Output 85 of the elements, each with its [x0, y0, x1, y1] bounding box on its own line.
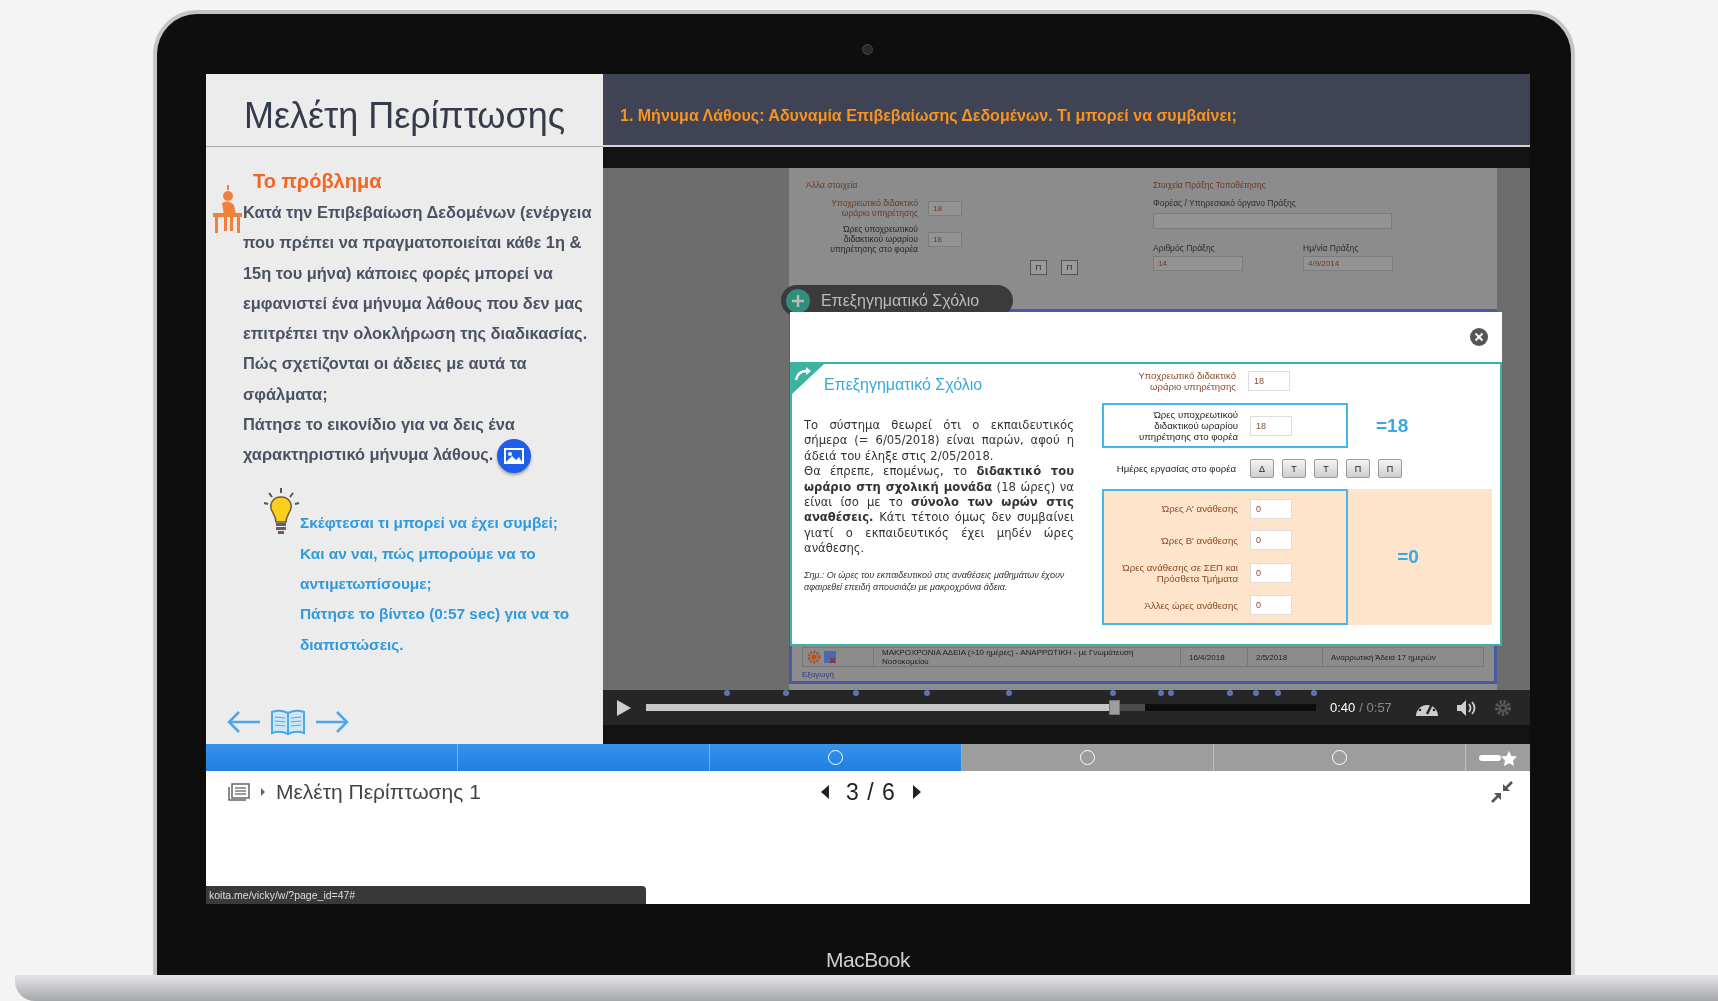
- list-icon[interactable]: [228, 783, 250, 801]
- page-counter: 3 / 6: [846, 778, 896, 806]
- exit-fullscreen-icon[interactable]: [1490, 780, 1514, 804]
- section-heading: Το πρόβλημα: [253, 169, 383, 194]
- document-icon[interactable]: [823, 650, 837, 664]
- curved-arrow-icon: [792, 364, 824, 394]
- hint-text: Πάτησε το βίντεο (0:57 sec) για να το διαπιστώσεις.: [300, 604, 571, 655]
- arrow-left-icon[interactable]: [226, 709, 262, 735]
- field-label: Ημ/νία Πράξης: [1303, 243, 1360, 253]
- total-value: =18: [1376, 414, 1409, 437]
- chapter-marker[interactable]: [724, 690, 731, 696]
- play-icon[interactable]: [616, 698, 632, 717]
- paragraph: Θα έπρεπε, επομένως, το διδακτικό του ωράριο στη σχολική μονάδα (18 ώρες) να είναι ίσο με το σύνολο των ωρών στις αναθέσεις. Κάτι τέτοιο όμως δεν συμβαίνει γιατί ο εκπαιδευτικός έχει μηδέν ώρες ανάθεσης.: [804, 464, 1074, 557]
- field-label: Ώρες υποχρεωτικού διδακτικού ωραρίου υπηρέτησης στο φορέα: [829, 224, 918, 254]
- form-section-title: Στοιχεία Πράξης Τοποθέτησης: [1153, 180, 1267, 190]
- field-label: Ώρες υποχρεωτικού διδακτικού ωραρίου υπηρέτησης στο φορέα: [1137, 409, 1238, 442]
- total-value: =0: [1397, 546, 1419, 568]
- form-section-title: Άλλα στοιχεία: [806, 180, 859, 190]
- field-label: Ώρες Β' ανάθεσης: [1160, 534, 1238, 546]
- chapter-marker[interactable]: [1157, 690, 1164, 696]
- chapter-marker[interactable]: [923, 690, 930, 696]
- paragraph: Πάτησε το εικονίδιο για να δεις ένα χαρακτηριστικό μήνυμα λάθους.: [243, 415, 515, 464]
- chapter-marker[interactable]: [783, 690, 789, 696]
- input-field[interactable]: 18: [1248, 371, 1290, 391]
- table-cell: 16/4/2018: [1180, 648, 1247, 666]
- table-cell: Αναρρωτική Άδεια 17 ημερών: [1322, 648, 1444, 666]
- day-button[interactable]: Π: [1378, 459, 1402, 478]
- laptop-label: MacBook: [824, 948, 912, 972]
- arrow-right-icon[interactable]: [314, 709, 350, 735]
- paragraph: Το σύστημα θεωρεί ότι ο εκπαιδευτικός σήμερα (= 6/05/2018) είναι παρών, αφού η άδειά του έληξε στις 2/05/2018.: [804, 418, 1074, 465]
- chapter-marker[interactable]: [1006, 690, 1013, 696]
- previous-icon[interactable]: [820, 785, 831, 799]
- caret-icon: [260, 788, 266, 796]
- video-frame[interactable]: [603, 168, 1530, 690]
- close-icon[interactable]: [1470, 328, 1488, 346]
- day-button[interactable]: Π: [1061, 260, 1078, 275]
- hint-text: Και αν ναι, πώς μπορούμε να το αντιμετωπίσουμε;: [300, 543, 537, 594]
- image-button[interactable]: [497, 439, 532, 474]
- duration: / 0:57: [1359, 700, 1392, 715]
- person-at-desk-icon: [212, 183, 243, 233]
- field-label: Ώρες Α' ανάθεσης: [1161, 503, 1238, 515]
- day-button[interactable]: Π: [1030, 260, 1047, 275]
- field-label: Άλλες ώρες ανάθεσης: [1143, 599, 1238, 611]
- picture-icon: [504, 448, 525, 465]
- dialog-title: Επεξηγηματικό Σχόλιο: [824, 376, 984, 394]
- input-field[interactable]: 0: [1250, 498, 1292, 519]
- slider-thumb[interactable]: [1109, 700, 1120, 715]
- note-text: Σημ.: Οι ώρες του εκπαιδευτικού στις αναθέσεις μαθημάτων έχουν αφαιρεθεί επειδή απουσιάζει με μακροχρόνια άδεια.: [804, 568, 1066, 593]
- settings-icon[interactable]: [1493, 698, 1512, 717]
- input-field[interactable]: 0: [1250, 595, 1292, 616]
- day-button[interactable]: Τ: [1314, 459, 1338, 478]
- day-button[interactable]: Π: [1346, 459, 1370, 478]
- input-field[interactable]: 0: [1250, 530, 1292, 551]
- hint-text: Σκέφτεσαι τι μπορεί να έχει συμβεί;: [300, 513, 559, 534]
- chapter-marker[interactable]: [1275, 690, 1282, 696]
- day-button[interactable]: Δ: [1250, 459, 1274, 478]
- next-icon[interactable]: [911, 785, 922, 799]
- page-title: Μελέτη Περίπτωσης: [243, 94, 566, 137]
- table-cell: ΜΑΚΡΟΧΡΟΝΙΑ ΑΔΕΙΑ (>10 ημέρες) - ΑΝΑΡΡΩΤΙΚΗ - με Γνωμάτευση Νοσοκομείου: [873, 648, 1180, 666]
- field-label: Φορέας / Υπηρεσιακό όργανο Πράξης: [1153, 198, 1297, 208]
- book-icon[interactable]: [270, 708, 306, 736]
- day-button[interactable]: Τ: [1282, 459, 1306, 478]
- input-field[interactable]: 0: [1250, 562, 1292, 583]
- field-label: Υποχρεωτικό διδακτικό ωράριο υπηρέτησης: [830, 198, 918, 218]
- chapter-marker[interactable]: [1227, 690, 1234, 696]
- input-field[interactable]: 18: [1250, 415, 1292, 436]
- chapter-marker[interactable]: [1311, 690, 1317, 696]
- paragraph: Κατά την Επιβεβαίωση Δεδομένων (ενέργεια που πρέπει να πραγματοποιείται κάθε 1η & 15η του μήνα) κάποιες φορές μπορεί να εμφανιστεί ένα μήνυμα λάθους που δεν μας επιτρέπει την ολοκλήρωση της διαδικασίας.: [243, 202, 593, 345]
- field-label: Υποχρεωτικό διδακτικό ωράριο υπηρέτησης: [1137, 370, 1236, 392]
- slide-title: 1. Μήνυμα Λάθους: Αδυναμία Επιβεβαίωσης Δεδομένων. Τι μπορεί να συμβαίνει;: [620, 106, 1237, 125]
- volume-icon[interactable]: [1455, 698, 1478, 717]
- breadcrumb[interactable]: Μελέτη Περίπτωσης 1: [276, 780, 481, 804]
- laptop-camera: [862, 44, 873, 55]
- status-url: koita.me/vicky/w/?page_id=47#: [206, 886, 646, 904]
- chapter-marker[interactable]: [1110, 690, 1116, 696]
- chapter-marker[interactable]: [1252, 690, 1259, 696]
- field-label: Ώρες ανάθεσης σε ΣΕΠ και Πρόσθετα Τμήματα: [1121, 561, 1238, 584]
- current-time: 0:40: [1330, 700, 1356, 715]
- field-label: Αριθμός Πράξης: [1153, 243, 1216, 253]
- rating-icon[interactable]: [1478, 749, 1518, 766]
- paragraph: Πώς σχετίζονται οι άδειες με αυτά τα σφάλματα;: [243, 353, 528, 405]
- chapter-marker[interactable]: [853, 690, 860, 696]
- field-label: Ημέρες εργασίας στο φορέα: [1115, 463, 1236, 474]
- chapter-marker[interactable]: [1168, 690, 1175, 696]
- table-cell: 2/5/2018: [1247, 648, 1322, 666]
